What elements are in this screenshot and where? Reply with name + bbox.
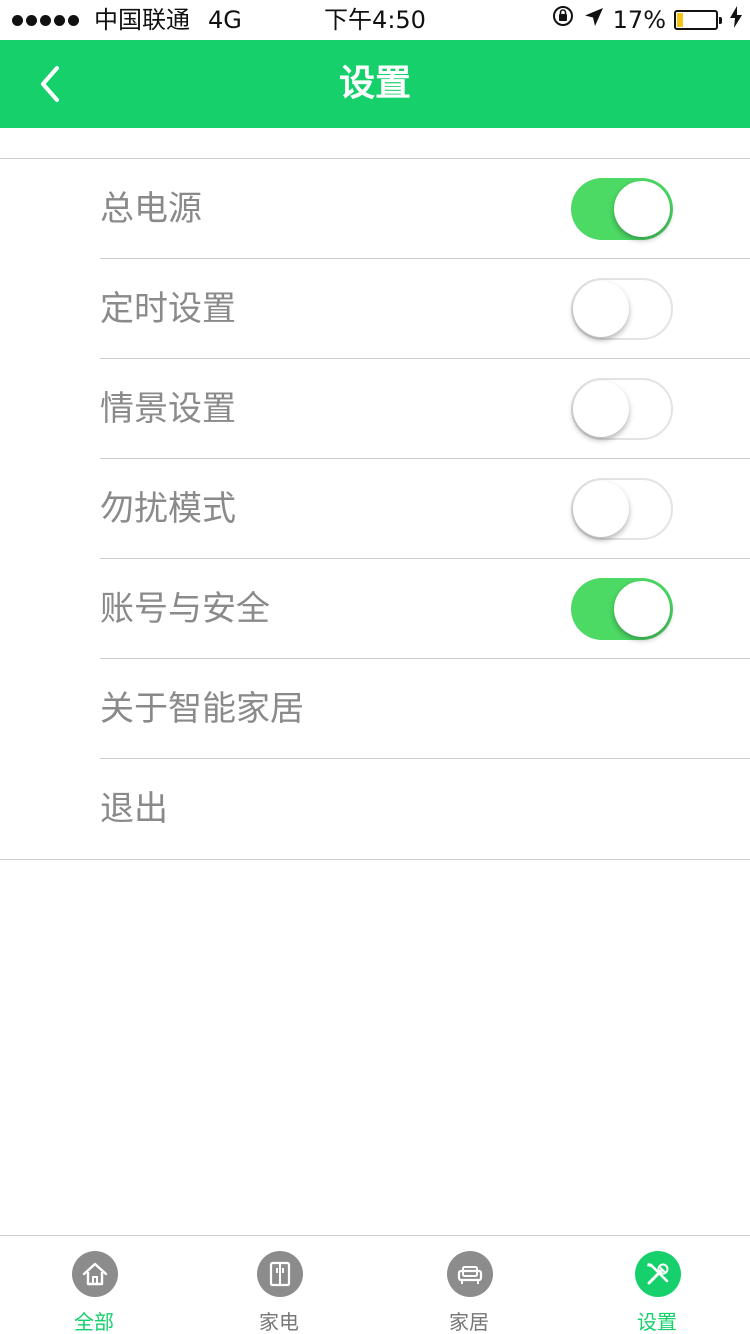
do-not-disturb-toggle[interactable] bbox=[571, 478, 673, 540]
scene-toggle[interactable] bbox=[571, 378, 673, 440]
tab-label: 全部 bbox=[74, 1310, 114, 1334]
main-power-toggle[interactable] bbox=[571, 178, 673, 240]
settings-row-label: 总电源 bbox=[100, 189, 202, 229]
settings-row-label: 定时设置 bbox=[100, 289, 236, 329]
tools-icon bbox=[635, 1251, 681, 1297]
timer-toggle[interactable] bbox=[571, 278, 673, 340]
settings-row-about[interactable]: 关于智能家居 bbox=[100, 659, 750, 759]
tab-all[interactable]: 全部 bbox=[34, 1236, 154, 1334]
settings-row-label: 勿扰模式 bbox=[100, 489, 236, 529]
page-title: 设置 bbox=[338, 63, 411, 104]
location-arrow-icon bbox=[583, 0, 605, 40]
settings-row-timer: 定时设置 bbox=[100, 259, 750, 359]
settings-row-label: 关于智能家居 bbox=[100, 689, 304, 729]
toggle-knob bbox=[614, 581, 670, 637]
rotation-lock-icon bbox=[551, 0, 575, 40]
settings-row-main-power: 总电源 bbox=[100, 159, 750, 259]
settings-row-scene: 情景设置 bbox=[100, 359, 750, 459]
settings-row-account-security: 账号与安全 bbox=[100, 559, 750, 659]
navigation-bar: 设置 bbox=[0, 40, 750, 128]
settings-row-label: 情景设置 bbox=[100, 389, 236, 429]
battery-percent: 17% bbox=[612, 6, 666, 34]
tab-label: 设置 bbox=[637, 1310, 677, 1334]
toggle-knob bbox=[573, 281, 629, 337]
tab-bar: 全部 家电 家居 设置 bbox=[0, 1235, 750, 1334]
battery-level bbox=[677, 13, 683, 27]
tab-appliances[interactable]: 家电 bbox=[219, 1236, 339, 1334]
tab-label: 家电 bbox=[259, 1310, 299, 1334]
status-right: 17% bbox=[543, 0, 742, 40]
settings-list: 总电源 定时设置 情景设置 勿扰模式 账号与安全 关于智能家居 退出 bbox=[0, 158, 750, 860]
charging-icon bbox=[730, 0, 742, 40]
status-bar: 中国联通 4G 下午4:50 17% bbox=[0, 0, 750, 40]
settings-row-label: 账号与安全 bbox=[100, 589, 270, 629]
home-icon bbox=[72, 1251, 118, 1297]
toggle-knob bbox=[573, 381, 629, 437]
sofa-icon bbox=[447, 1251, 493, 1297]
settings-screen: 中国联通 4G 下午4:50 17% 设置 总电源 定时设置 情景设置 勿扰模式… bbox=[0, 0, 750, 1334]
tab-settings[interactable]: 设置 bbox=[597, 1236, 717, 1334]
toggle-knob bbox=[573, 481, 629, 537]
tab-furniture[interactable]: 家居 bbox=[409, 1236, 529, 1334]
settings-row-logout[interactable]: 退出 bbox=[100, 759, 750, 859]
battery-icon bbox=[674, 10, 722, 30]
account-security-toggle[interactable] bbox=[571, 578, 673, 640]
settings-row-do-not-disturb: 勿扰模式 bbox=[100, 459, 750, 559]
appliance-icon bbox=[257, 1251, 303, 1297]
toggle-knob bbox=[614, 181, 670, 237]
settings-row-label: 退出 bbox=[100, 789, 168, 829]
tab-label: 家居 bbox=[449, 1310, 489, 1334]
